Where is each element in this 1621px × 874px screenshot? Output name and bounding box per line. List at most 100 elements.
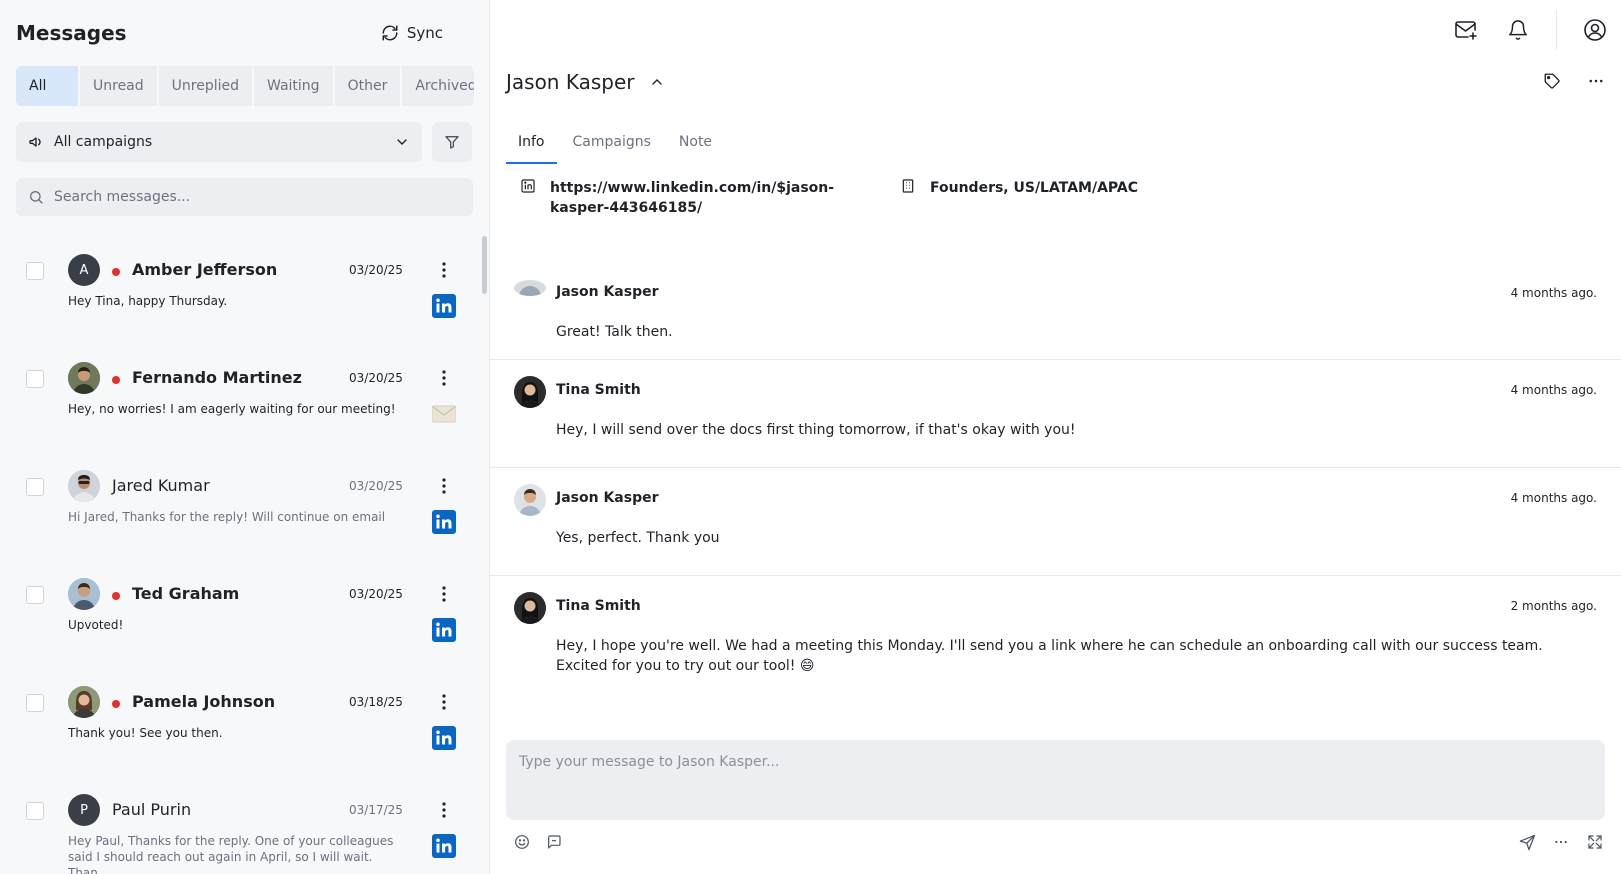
campaign-select[interactable]: All campaigns	[16, 122, 422, 162]
filter-other[interactable]: Other	[335, 66, 403, 106]
scrollbar-thumb[interactable]	[482, 236, 487, 294]
more-vertical-icon[interactable]	[436, 690, 452, 714]
template-button[interactable]	[544, 832, 564, 852]
message-item: Jason Kasper 4 months ago. Yes, perfect.…	[490, 468, 1621, 576]
more-horizontal-icon[interactable]	[1587, 72, 1605, 90]
filter-unreplied[interactable]: Unreplied	[159, 66, 255, 106]
more-vertical-icon[interactable]	[436, 474, 452, 498]
page-title: Messages	[16, 21, 127, 45]
expand-icon	[1588, 835, 1602, 849]
chevron-up-icon[interactable]	[649, 74, 665, 90]
linkedin-outline-icon	[521, 179, 535, 193]
select-checkbox[interactable]	[26, 478, 44, 496]
message-time: 4 months ago.	[1510, 383, 1597, 397]
search-icon	[30, 191, 43, 204]
conversation-item[interactable]: P Paul Purin 03/17/25 Hey Paul, Thanks f…	[0, 776, 470, 874]
company-info: Founders, US/LATAM/APAC	[900, 178, 1138, 218]
message-thread: Jason Kasper 4 months ago. Great! Talk t…	[490, 280, 1621, 704]
filter-button[interactable]	[432, 122, 472, 162]
select-checkbox[interactable]	[26, 370, 44, 388]
conversation-item[interactable]: A Amber Jefferson 03/20/25 Hey Tina, hap…	[0, 236, 470, 344]
more-vertical-icon[interactable]	[436, 582, 452, 606]
notifications-button[interactable]	[1492, 0, 1544, 60]
tab-campaigns[interactable]: Campaigns	[561, 126, 663, 164]
filter-all[interactable]: All	[16, 66, 80, 106]
linkedin-icon	[432, 294, 456, 318]
emoji-button[interactable]	[512, 832, 532, 852]
select-checkbox[interactable]	[26, 586, 44, 604]
message-item: Tina Smith 4 months ago. Hey, I will sen…	[490, 360, 1621, 468]
contact-header: Jason Kasper	[506, 70, 665, 94]
more-vertical-icon[interactable]	[436, 798, 452, 822]
person-photo-icon	[68, 578, 100, 610]
avatar	[68, 686, 100, 718]
filter-archived[interactable]: Archived	[402, 66, 474, 106]
top-toolbar	[1440, 0, 1621, 60]
conversation-panel: Messages Sync All Unread Unreplied Waiti…	[0, 0, 490, 874]
sync-button[interactable]: Sync	[381, 24, 443, 42]
search-input[interactable]	[54, 189, 461, 205]
person-photo-icon	[68, 362, 100, 394]
unread-dot	[112, 268, 120, 276]
mail-plus-icon	[1455, 21, 1477, 40]
account-button[interactable]	[1569, 0, 1621, 60]
sender-name: Jason Kasper	[556, 284, 659, 300]
message-time: 2 months ago.	[1510, 599, 1597, 613]
message-input[interactable]	[519, 754, 1592, 806]
message-composer	[506, 740, 1605, 820]
avatar	[514, 592, 546, 624]
filter-waiting[interactable]: Waiting	[254, 66, 335, 106]
avatar: P	[68, 794, 100, 826]
email-icon	[432, 405, 456, 423]
tab-note[interactable]: Note	[667, 126, 724, 164]
linkedin-url-link[interactable]: https://www.linkedin.com/in/$jason-kaspe…	[550, 178, 860, 218]
message-item: Tina Smith 2 months ago. Hey, I hope you…	[490, 576, 1621, 704]
message-preview: Thank you! See you then.	[68, 726, 223, 740]
avatar	[68, 578, 100, 610]
select-checkbox[interactable]	[26, 802, 44, 820]
compose-mail-button[interactable]	[1440, 0, 1492, 60]
composer-more-button[interactable]	[1551, 832, 1571, 852]
person-photo-icon	[514, 280, 546, 296]
linkedin-icon	[432, 618, 456, 642]
conversation-item[interactable]: Ted Graham 03/20/25 Upvoted!	[0, 560, 470, 668]
conversation-item[interactable]: Jared Kumar 03/20/25 Hi Jared, Thanks fo…	[0, 452, 470, 560]
avatar	[514, 280, 546, 296]
sender-name: Tina Smith	[556, 382, 641, 398]
message-date: 03/20/25	[349, 263, 403, 277]
person-photo-icon	[68, 686, 100, 718]
message-preview: Upvoted!	[68, 618, 124, 632]
linkedin-icon	[432, 510, 456, 534]
select-checkbox[interactable]	[26, 262, 44, 280]
composer-tools-left	[512, 832, 564, 852]
conversation-item[interactable]: Fernando Martinez 03/20/25 Hey, no worri…	[0, 344, 470, 452]
user-circle-icon	[1584, 19, 1606, 41]
filter-tabs: All Unread Unreplied Waiting Other Archi…	[16, 66, 474, 106]
contact-info: https://www.linkedin.com/in/$jason-kaspe…	[520, 178, 1138, 218]
unread-dot	[112, 700, 120, 708]
tag-icon[interactable]	[1543, 72, 1561, 90]
message-preview: Hi Jared, Thanks for the reply! Will con…	[68, 510, 386, 524]
person-photo-icon	[514, 376, 546, 408]
contact-name: Ted Graham	[132, 584, 240, 603]
message-date: 03/20/25	[349, 587, 403, 601]
select-checkbox[interactable]	[26, 694, 44, 712]
search-box	[16, 178, 473, 216]
more-vertical-icon[interactable]	[436, 258, 452, 282]
contact-actions	[1543, 72, 1605, 90]
sync-label: Sync	[406, 24, 443, 42]
company-text: Founders, US/LATAM/APAC	[930, 180, 1138, 196]
filter-unread[interactable]: Unread	[80, 66, 159, 106]
message-preview: Hey Paul, Thanks for the reply. One of y…	[68, 834, 394, 874]
expand-button[interactable]	[1585, 832, 1605, 852]
smile-icon	[515, 835, 529, 849]
contact-name: Pamela Johnson	[132, 692, 276, 711]
message-time: 4 months ago.	[1510, 286, 1597, 300]
conversation-item[interactable]: Pamela Johnson 03/18/25 Thank you! See y…	[0, 668, 470, 776]
message-date: 03/20/25	[349, 479, 403, 493]
send-button[interactable]	[1517, 832, 1537, 852]
tab-info[interactable]: Info	[506, 126, 557, 164]
more-vertical-icon[interactable]	[436, 366, 452, 390]
message-text: Hey, I will send over the docs first thi…	[556, 422, 1076, 438]
person-photo-icon	[514, 484, 546, 516]
